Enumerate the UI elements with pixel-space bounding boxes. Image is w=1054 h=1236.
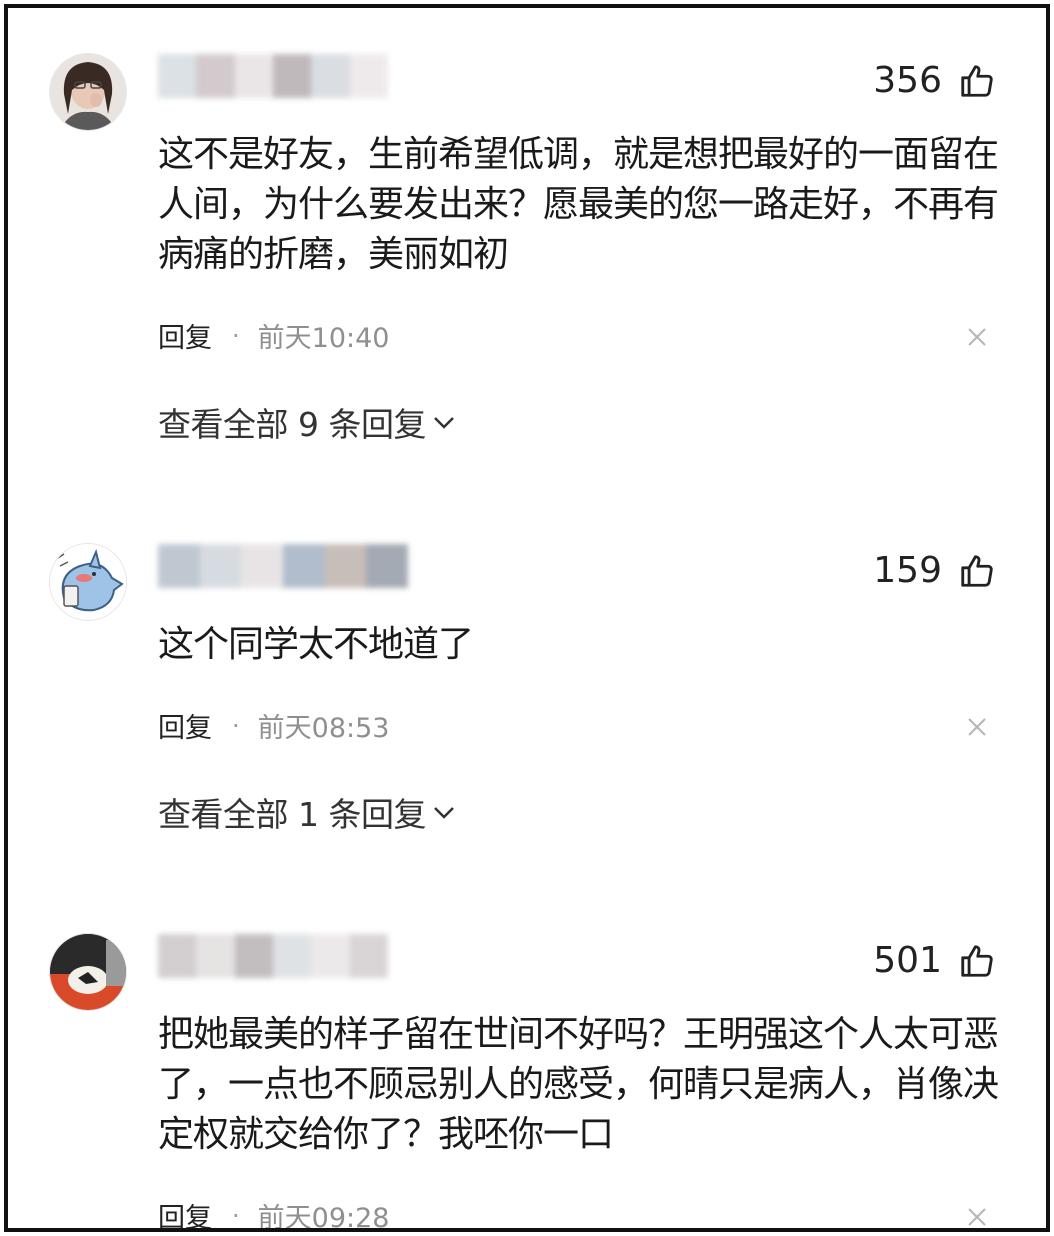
comment-time: 前天09:28 xyxy=(257,1203,390,1232)
close-icon[interactable] xyxy=(966,1206,988,1228)
like-count: 159 xyxy=(873,550,942,591)
chevron-down-icon xyxy=(434,807,454,819)
like-button[interactable]: 356 xyxy=(873,60,996,101)
like-count: 356 xyxy=(873,60,942,101)
reply-button[interactable]: 回复 xyxy=(158,706,212,745)
username-blurred[interactable] xyxy=(158,544,409,588)
like-button[interactable]: 159 xyxy=(873,550,996,591)
avatar[interactable] xyxy=(50,54,126,130)
comment-text: 把她最美的样子留在世间不好吗？王明强这个人太可恶了，一点也不顾忌别人的感受，何晴… xyxy=(158,1014,999,1155)
reply-button[interactable]: 回复 xyxy=(158,1196,212,1228)
like-count: 501 xyxy=(873,940,942,981)
comment-meta: 回复 · 前天08:53 xyxy=(158,706,389,745)
separator-dot: · xyxy=(232,1201,240,1230)
reply-button[interactable]: 回复 xyxy=(158,316,212,355)
separator-dot: · xyxy=(232,711,240,740)
comment-text: 这个同学太不地道了 xyxy=(158,624,474,665)
view-replies-label: 查看全部 1 条回复 xyxy=(158,795,426,834)
view-all-replies-button[interactable]: 查看全部 1 条回复 xyxy=(158,788,456,836)
username-blurred[interactable] xyxy=(158,54,388,98)
like-button[interactable]: 501 xyxy=(873,940,996,981)
comment-text: 这不是好友，生前希望低调，就是想把最好的一面留在人间，为什么要发出来？愿最美的您… xyxy=(158,134,999,275)
separator-dot: · xyxy=(232,321,240,350)
thumbs-up-icon xyxy=(961,64,993,97)
comment-list-frame: 356 这不是好友，生前希望低调，就是想把最好的一面留在人间，为什么要发出来？愿… xyxy=(4,4,1050,1232)
view-all-replies-button[interactable]: 查看全部 9 条回复 xyxy=(158,398,456,446)
view-replies-label: 查看全部 9 条回复 xyxy=(158,405,426,444)
chevron-down-icon xyxy=(434,417,454,429)
avatar[interactable] xyxy=(50,544,126,620)
comment-meta: 回复 · 前天09:28 xyxy=(158,1196,390,1232)
close-icon[interactable] xyxy=(966,716,988,738)
avatar[interactable] xyxy=(50,934,126,1010)
comment-time: 前天08:53 xyxy=(257,713,390,744)
username-blurred[interactable] xyxy=(158,934,388,978)
comment-time: 前天10:40 xyxy=(257,323,390,354)
thumbs-up-icon xyxy=(961,554,993,587)
comment-meta: 回复 · 前天10:40 xyxy=(158,316,389,355)
close-icon[interactable] xyxy=(966,326,988,348)
thumbs-up-icon xyxy=(961,944,993,977)
